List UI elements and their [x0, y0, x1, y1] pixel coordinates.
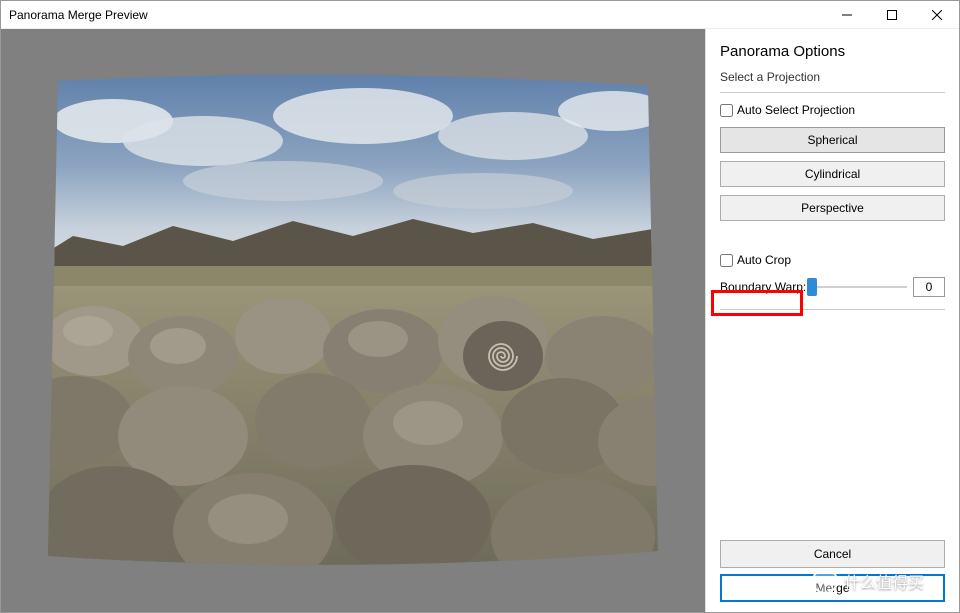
panel-subheading: Select a Projection — [720, 70, 945, 84]
panorama-preview-image — [33, 61, 673, 581]
divider — [720, 309, 945, 310]
preview-panel — [1, 29, 705, 612]
boundary-warp-label: Boundary Warp: — [720, 280, 806, 294]
watermark-text: 什么值得买 — [844, 569, 924, 593]
projection-perspective-button[interactable]: Perspective — [720, 195, 945, 221]
close-button[interactable] — [914, 1, 959, 28]
boundary-warp-row: Boundary Warp: — [720, 277, 945, 297]
boundary-warp-slider[interactable] — [812, 277, 907, 297]
maximize-button[interactable] — [869, 1, 914, 28]
auto-crop-checkbox-input[interactable] — [720, 254, 733, 267]
minimize-button[interactable] — [824, 1, 869, 28]
auto-select-projection-checkbox[interactable]: Auto Select Projection — [720, 103, 945, 117]
auto-crop-label: Auto Crop — [737, 253, 791, 267]
auto-select-checkbox-input[interactable] — [720, 104, 733, 117]
auto-crop-checkbox[interactable]: Auto Crop — [720, 253, 945, 267]
slider-thumb[interactable] — [807, 278, 817, 296]
window-title: Panorama Merge Preview — [9, 8, 824, 22]
divider — [720, 92, 945, 93]
projection-cylindrical-button[interactable]: Cylindrical — [720, 161, 945, 187]
titlebar: Panorama Merge Preview — [1, 1, 959, 29]
cancel-button[interactable]: Cancel — [720, 540, 945, 568]
watermark: 什么值得买 — [812, 568, 924, 594]
options-panel: Panorama Options Select a Projection Aut… — [705, 29, 959, 612]
auto-select-label: Auto Select Projection — [737, 103, 855, 117]
window-controls — [824, 1, 959, 28]
projection-spherical-button[interactable]: Spherical — [720, 127, 945, 153]
watermark-icon — [812, 568, 838, 594]
boundary-warp-value[interactable] — [913, 277, 945, 297]
panel-heading: Panorama Options — [720, 43, 945, 60]
